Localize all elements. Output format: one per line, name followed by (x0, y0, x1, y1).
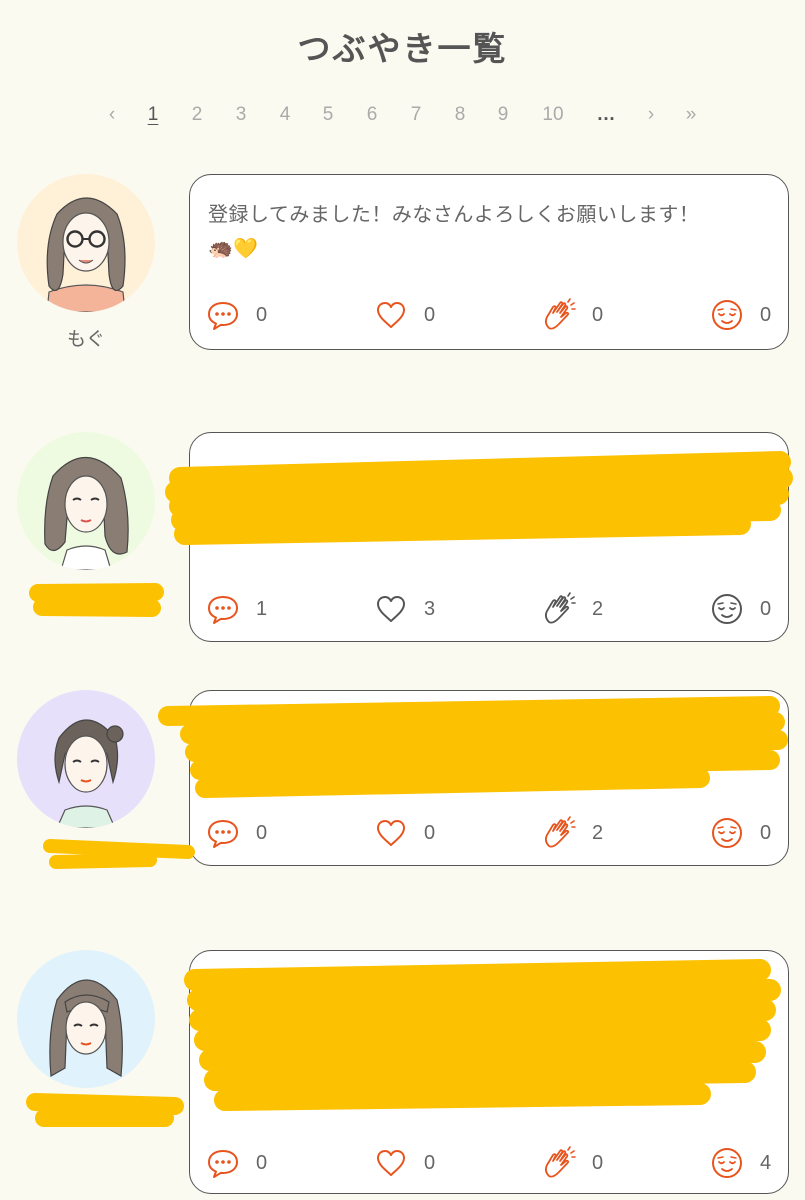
relieved-count: 4 (760, 1151, 772, 1174)
comment-count: 0 (256, 1151, 268, 1174)
comment-icon (206, 1146, 240, 1180)
relieved-face-icon (710, 816, 744, 850)
comment-reaction[interactable]: 0 (206, 1145, 267, 1181)
heart-icon (374, 298, 408, 332)
page-link-1[interactable]: 1 (133, 104, 173, 126)
last-page-link[interactable]: » (671, 104, 711, 126)
clapping-hands-icon (542, 816, 576, 850)
heart-icon (374, 816, 408, 850)
clap-reaction[interactable]: 0 (542, 297, 603, 333)
avatar[interactable] (17, 174, 155, 312)
clap-count: 2 (592, 821, 604, 844)
relieved-count: 0 (760, 821, 772, 844)
page-link-9[interactable]: 9 (483, 104, 523, 126)
relieved-count: 0 (760, 303, 772, 326)
like-reaction[interactable]: 0 (374, 1145, 435, 1181)
comment-reaction[interactable]: 0 (206, 297, 267, 333)
pagination-ellipsis: … (596, 104, 616, 125)
clap-count: 2 (592, 597, 604, 620)
relieved-reaction[interactable]: 0 (710, 815, 771, 851)
heart-icon (374, 592, 408, 626)
clapping-hands-icon (542, 592, 576, 626)
like-count: 0 (424, 303, 436, 326)
avatar[interactable] (17, 950, 155, 1088)
relieved-face-icon (710, 1146, 744, 1180)
post-card[interactable]: 0 0 0 4 (189, 950, 789, 1194)
clap-count: 0 (592, 1151, 604, 1174)
like-reaction[interactable]: 0 (374, 297, 435, 333)
relieved-face-icon (710, 592, 744, 626)
post-card[interactable]: 登録してみました！みなさんよろしくお願いします！ 🦔💛 0 0 0 0 (189, 174, 789, 350)
avatar[interactable] (17, 690, 155, 828)
clapping-hands-icon (542, 1146, 576, 1180)
username[interactable]: もぐ (17, 324, 155, 351)
prev-page-link[interactable]: ‹ (92, 104, 132, 126)
like-count: 0 (424, 821, 436, 844)
next-page-link[interactable]: › (631, 104, 671, 126)
page-link-8[interactable]: 8 (440, 104, 480, 126)
avatar[interactable] (17, 432, 155, 570)
clap-reaction[interactable]: 0 (542, 1145, 603, 1181)
comment-reaction[interactable]: 0 (206, 815, 267, 851)
page-link-5[interactable]: 5 (308, 104, 348, 126)
clap-reaction[interactable]: 2 (542, 591, 603, 627)
clap-count: 0 (592, 303, 604, 326)
clapping-hands-icon (542, 298, 576, 332)
comment-count: 0 (256, 821, 268, 844)
comment-icon (206, 816, 240, 850)
post-card[interactable]: 0 0 2 0 (189, 690, 789, 866)
relieved-count: 0 (760, 597, 772, 620)
page-link-10[interactable]: 10 (533, 104, 573, 126)
relieved-face-icon (710, 298, 744, 332)
post-emoji: 🦔💛 (208, 236, 259, 260)
comment-count: 1 (256, 597, 268, 620)
page-link-7[interactable]: 7 (396, 104, 436, 126)
post-card[interactable]: 1 3 2 0 (189, 432, 789, 642)
relieved-reaction[interactable]: 0 (710, 591, 771, 627)
relieved-reaction[interactable]: 4 (710, 1145, 771, 1181)
like-count: 3 (424, 597, 436, 620)
post-body: 登録してみました！みなさんよろしくお願いします！ (208, 202, 700, 226)
clap-reaction[interactable]: 2 (542, 815, 603, 851)
like-reaction[interactable]: 3 (374, 591, 435, 627)
like-count: 0 (424, 1151, 436, 1174)
page-link-2[interactable]: 2 (177, 104, 217, 126)
page-link-4[interactable]: 4 (265, 104, 305, 126)
comment-icon (206, 298, 240, 332)
like-reaction[interactable]: 0 (374, 815, 435, 851)
heart-icon (374, 1146, 408, 1180)
page-link-3[interactable]: 3 (221, 104, 261, 126)
relieved-reaction[interactable]: 0 (710, 297, 771, 333)
page-title: つぶやき一覧 (297, 29, 508, 68)
post-text: 登録してみました！みなさんよろしくお願いします！ 🦔💛 (208, 197, 768, 265)
comment-reaction[interactable]: 1 (206, 591, 267, 627)
page-link-6[interactable]: 6 (352, 104, 392, 126)
comment-count: 0 (256, 303, 268, 326)
comment-icon (206, 592, 240, 626)
